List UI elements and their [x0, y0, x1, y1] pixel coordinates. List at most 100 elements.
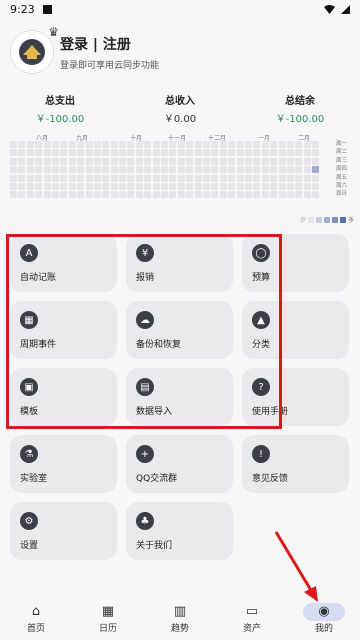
tile-label: 使用手册	[252, 407, 289, 417]
heatmap-cell	[211, 191, 219, 199]
heatmap-cell	[51, 182, 59, 190]
heatmap-cell	[35, 174, 43, 182]
heatmap-cell	[85, 166, 93, 174]
heatmap-cell	[312, 141, 320, 148]
heatmap-cell	[43, 166, 51, 174]
heatmap-cell	[295, 182, 303, 190]
heatmap-cell	[26, 141, 34, 148]
heatmap-cell	[110, 157, 118, 165]
heatmap-cell	[286, 166, 294, 174]
heatmap-cell	[211, 174, 219, 182]
heatmap-cell	[261, 191, 269, 199]
legend-swatch	[316, 216, 323, 223]
heatmap-cell	[77, 174, 85, 182]
heatmap-cell	[93, 149, 101, 157]
heatmap-cell	[219, 149, 227, 157]
status-bar: 9:23	[0, 0, 360, 18]
expense-label: 总支出	[45, 96, 75, 107]
heatmap-cell	[219, 166, 227, 174]
tile-label: 周期事件	[20, 340, 57, 350]
heatmap-cell	[26, 149, 34, 157]
nav-item-calendar[interactable]: ▦ 日历	[78, 603, 138, 634]
heatmap-cell	[194, 166, 202, 174]
heatmap-cell	[202, 141, 210, 148]
tile-receipt[interactable]: ¥ 报销	[126, 234, 233, 292]
tile-about[interactable]: ♣ 关于我们	[126, 502, 233, 560]
heatmap-cell	[85, 141, 93, 148]
heatmap-cell	[261, 182, 269, 190]
heatmap-cell	[144, 174, 152, 182]
tile-group[interactable]: + QQ交流群	[126, 435, 233, 493]
tile-budget[interactable]: ◯ 预算	[242, 234, 349, 292]
heatmap-cell	[152, 149, 160, 157]
nav-item-home[interactable]: ⌂ 首页	[6, 603, 66, 634]
heatmap-cell	[228, 157, 236, 165]
tile-label: 数据导入	[136, 407, 173, 417]
tile-cloud[interactable]: ☁ 备份和恢复	[126, 301, 233, 359]
nav-item-chart[interactable]: ▥ 趋势	[150, 603, 210, 634]
heatmap-cell	[219, 174, 227, 182]
heatmap-cell	[261, 149, 269, 157]
heatmap-cell	[127, 149, 135, 157]
tile-calendar[interactable]: ▦ 周期事件	[10, 301, 117, 359]
heatmap-cell	[286, 157, 294, 165]
nav-item-wallet[interactable]: ▭ 资产	[222, 603, 282, 634]
heatmap-cell	[253, 157, 261, 165]
login-header[interactable]: ♛ 登录 | 注册 登录即可享用云同步功能	[10, 25, 160, 74]
heatmap-cell	[60, 182, 68, 190]
heatmap-cell	[110, 182, 118, 190]
heatmap-cell	[303, 191, 311, 199]
heatmap-cell	[236, 166, 244, 174]
tile-flask[interactable]: ⚗ 实验室	[10, 435, 117, 493]
tile-category[interactable]: ▲ 分类	[242, 301, 349, 359]
heatmap-cell	[43, 182, 51, 190]
tile-import[interactable]: ▤ 数据导入	[126, 368, 233, 426]
heatmap-cell	[51, 157, 59, 165]
heatmap-cell	[119, 182, 127, 190]
income-value: ￥0.00	[163, 114, 197, 125]
heatmap-cell	[295, 191, 303, 199]
heatmap-cell	[202, 157, 210, 165]
heatmap-cell	[119, 166, 127, 174]
avatar[interactable]: ♛	[10, 25, 59, 74]
tile-manual[interactable]: ? 使用手册	[242, 368, 349, 426]
budget-icon: ◯	[252, 244, 270, 262]
heatmap-cell	[261, 174, 269, 182]
heatmap-cell	[110, 141, 118, 148]
login-title[interactable]: 登录 | 注册	[60, 34, 159, 54]
heatmap-cell	[77, 166, 85, 174]
tile-feedback[interactable]: ! 意见反馈	[242, 435, 349, 493]
heatmap-cell	[202, 191, 210, 199]
heatmap-cell	[119, 174, 127, 182]
heatmap-cell	[194, 191, 202, 199]
login-subtitle: 登录即可享用云同步功能	[60, 60, 160, 71]
heatmap-cell	[236, 157, 244, 165]
heatmap-cell	[26, 166, 34, 174]
weekday-label: 周六	[336, 182, 348, 189]
heatmap-cell	[177, 182, 185, 190]
heatmap-cell	[135, 141, 143, 148]
legend-less: 少	[300, 217, 307, 224]
tile-template[interactable]: ▣ 模板	[10, 368, 117, 426]
nav-item-profile[interactable]: ◉ 我的	[294, 602, 354, 634]
heatmap-cell	[35, 191, 43, 199]
heatmap-cell	[219, 141, 227, 148]
income-summary: 总收入 ￥0.00	[125, 92, 235, 125]
heatmap-cell	[110, 174, 118, 182]
tile-settings[interactable]: ⚙ 设置	[10, 502, 117, 560]
tile-auto[interactable]: A 自动记账	[10, 234, 117, 292]
heatmap-cell	[169, 182, 177, 190]
heatmap-cell	[135, 182, 143, 190]
settings-icon: ⚙	[20, 512, 38, 530]
heatmap-cell	[270, 141, 278, 148]
heatmap-cell	[77, 141, 85, 148]
tile-label: 设置	[20, 541, 39, 551]
tile-label: QQ交流群	[136, 474, 178, 484]
heatmap-cell	[244, 191, 252, 199]
heatmap-cell	[244, 174, 252, 182]
balance-value: ￥-100.00	[275, 114, 325, 125]
heatmap-cell	[286, 191, 294, 199]
template-icon: ▣	[20, 378, 38, 396]
heatmap-cell	[278, 141, 286, 148]
weekday-label: 周日	[336, 191, 348, 198]
